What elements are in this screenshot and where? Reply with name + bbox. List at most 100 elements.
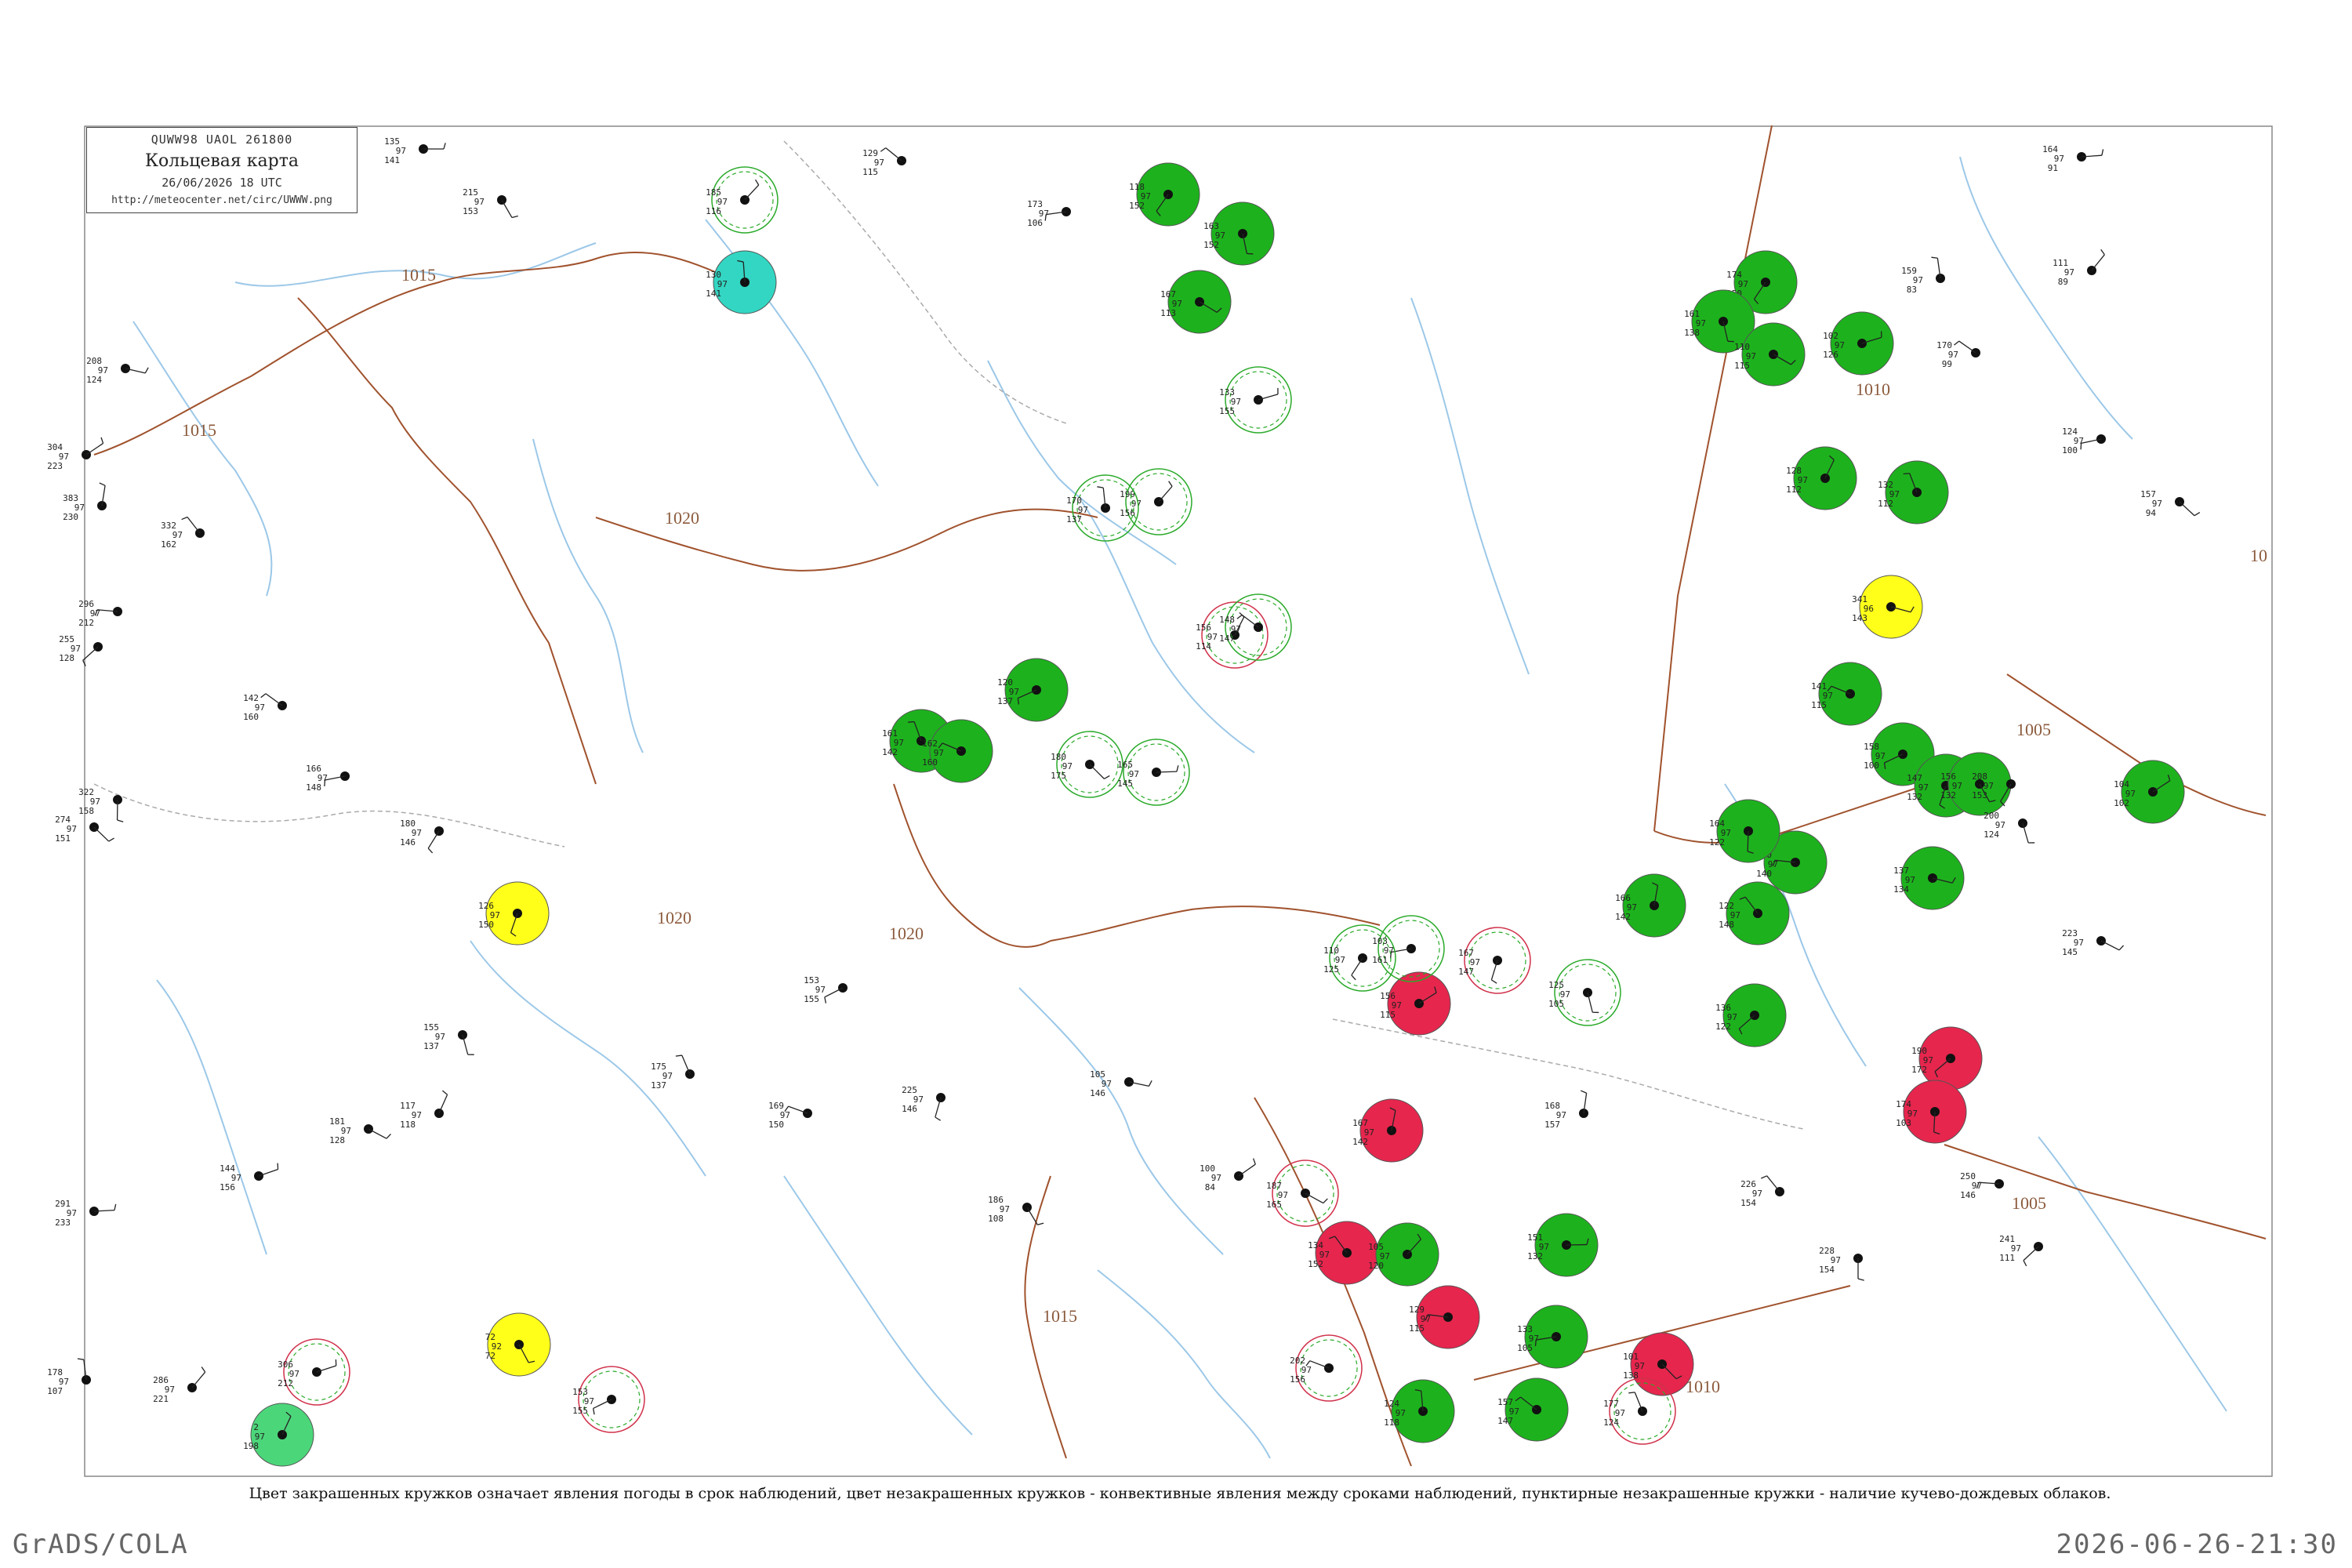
station-value: 140 <box>1756 869 1772 879</box>
station-value: 147 <box>1497 1416 1513 1426</box>
station-value: 141 <box>706 289 721 299</box>
map-caption: Цвет закрашенных кружков означает явлени… <box>249 1485 2111 1502</box>
station-value: 161 <box>1372 955 1388 965</box>
station-value: 103 <box>1896 1118 1911 1128</box>
station-value: 115 <box>862 167 878 177</box>
station-value: 115 <box>1380 1010 1396 1020</box>
station-value: 160 <box>922 757 938 768</box>
station-value: 142 <box>882 747 898 757</box>
isobar-label: 1015 <box>182 420 216 440</box>
station-value: 160 <box>243 712 259 722</box>
map-title: Кольцевая карта <box>144 151 299 171</box>
station-value: 162 <box>161 539 176 550</box>
station-value: 112 <box>1786 485 1802 495</box>
wind-barb-feather <box>1628 1392 1635 1394</box>
station-value: 115 <box>1409 1323 1425 1334</box>
station-value: 122 <box>1715 1022 1731 1032</box>
station-value: 115 <box>1734 361 1750 371</box>
station-value: 137 <box>1066 514 1082 524</box>
station-value: 230 <box>63 512 78 522</box>
footer-software: GrADS/COLA <box>13 1529 189 1560</box>
station-value: 146 <box>902 1104 917 1114</box>
isobar-label: 1020 <box>889 924 924 943</box>
station-value: 102 <box>2114 798 2129 808</box>
station-value: 175 <box>1051 771 1066 781</box>
station-value: 150 <box>478 920 494 930</box>
station-value: 137 <box>997 696 1013 706</box>
footer-timestamp: 2026-06-26-21:30 <box>2056 1529 2338 1560</box>
bulletin-code: QUWW98 UAOL 261800 <box>151 132 293 147</box>
station-value: 120 <box>1368 1261 1384 1271</box>
station-value: 152 <box>1129 201 1145 211</box>
isobar-label: 1010 <box>1856 379 1890 399</box>
station-value: 153 <box>1972 790 1987 800</box>
station-value: 155 <box>804 994 819 1004</box>
station-value: 99 <box>1942 359 1952 369</box>
station-value: 145 <box>1117 779 1133 789</box>
station-value: 137 <box>423 1041 439 1051</box>
isobar-label: 1010 <box>1686 1377 1720 1396</box>
station-value: 116 <box>706 206 721 216</box>
station-value: 94 <box>2146 508 2157 518</box>
station-value: 146 <box>1960 1190 1976 1200</box>
station-value: 111 <box>1999 1253 2015 1263</box>
station-value: 128 <box>329 1135 345 1145</box>
station-value: 128 <box>59 653 74 663</box>
station-value: 157 <box>1544 1120 1560 1130</box>
station-value: 148 <box>1719 920 1734 930</box>
station-value: 106 <box>1027 218 1043 228</box>
station-value: 152 <box>1203 240 1219 250</box>
station-value: 152 <box>1308 1259 1323 1269</box>
station-value: 153 <box>463 206 478 216</box>
station-value: 155 <box>572 1406 588 1416</box>
station-value: 147 <box>1458 967 1474 977</box>
map-url: http://meteocenter.net/circ/UWWW.png <box>111 194 332 206</box>
station-value: 142 <box>1352 1137 1368 1147</box>
station-value: 156 <box>1290 1374 1305 1385</box>
station-value: 105 <box>1548 999 1564 1009</box>
wind-barb-feather <box>908 720 915 723</box>
station-value: 125 <box>1323 964 1339 975</box>
wind-barb <box>1156 771 1178 773</box>
station-value: 72 <box>485 1351 495 1361</box>
station-value: 233 <box>55 1218 71 1228</box>
station-value: 165 <box>1266 1200 1282 1210</box>
station-value: 172 <box>1911 1065 1927 1075</box>
station-value: 132 <box>1907 792 1922 802</box>
isobar-label: 1020 <box>665 508 699 528</box>
station-value: 113 <box>1160 308 1176 318</box>
isobar-label: 1020 <box>657 908 691 927</box>
station-value: 100 <box>1864 760 1879 771</box>
isobar-label: 1005 <box>2016 720 2051 739</box>
station-value: 154 <box>1740 1198 1756 1208</box>
station-value: 112 <box>1878 499 1893 509</box>
map-datetime: 26/06/2026 18 UTC <box>162 176 282 190</box>
station-value: 147 <box>1219 633 1235 644</box>
station-value: 158 <box>78 806 94 816</box>
isobar-label: 10 <box>2250 546 2267 565</box>
station-value: 124 <box>1603 1417 1619 1428</box>
station-value: 107 <box>47 1386 63 1396</box>
station-value: 115 <box>1811 700 1827 710</box>
isobar-label: 1005 <box>2012 1193 2046 1213</box>
station-value: 221 <box>153 1394 169 1404</box>
station-value: 118 <box>1384 1417 1399 1428</box>
station-value: 137 <box>651 1080 666 1091</box>
map-legend-box: QUWW98 UAOL 261800 Кольцевая карта 26/06… <box>86 127 358 213</box>
isobar-label: 1015 <box>1043 1306 1077 1326</box>
station-value: 124 <box>1984 829 1999 840</box>
station-value: 141 <box>384 155 400 165</box>
station-value: 155 <box>1219 406 1235 416</box>
station-value: 100 <box>2062 445 2078 456</box>
station-value: 145 <box>2062 947 2078 957</box>
station-value: 142 <box>1615 912 1631 922</box>
isobar-label: 1015 <box>401 265 436 285</box>
station-value: 122 <box>1709 837 1725 848</box>
station-value: 132 <box>1527 1251 1543 1261</box>
station-value: 148 <box>306 782 321 793</box>
station-value: 132 <box>1940 790 1956 800</box>
station-value: 143 <box>1852 613 1867 623</box>
station-value: 146 <box>400 837 416 848</box>
station-value: 108 <box>988 1214 1004 1224</box>
station-value: 124 <box>86 375 102 385</box>
